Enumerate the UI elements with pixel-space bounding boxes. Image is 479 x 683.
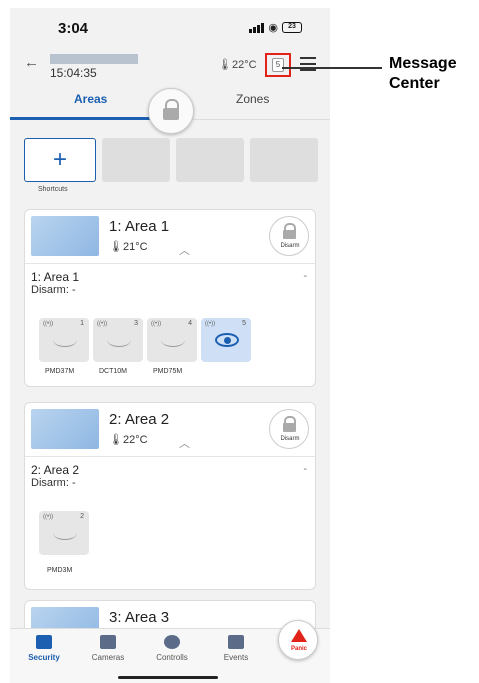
header-temperature: 🌡22°C bbox=[218, 59, 257, 71]
nav-events[interactable]: Events bbox=[206, 635, 266, 662]
status-icons: ◉ 23 bbox=[249, 21, 302, 34]
chevron-up-icon[interactable]: ︿ bbox=[179, 242, 190, 258]
area-temperature: 🌡21°C bbox=[109, 241, 148, 253]
disarm-button[interactable]: Disarm bbox=[269, 409, 309, 449]
shortcut-slot[interactable] bbox=[176, 138, 244, 182]
events-icon bbox=[228, 635, 244, 649]
zone-label: PMD3M bbox=[47, 567, 73, 574]
shortcut-slot[interactable] bbox=[250, 138, 318, 182]
message-center-callout: Message Center bbox=[389, 55, 457, 92]
area-title: 3: Area 3 bbox=[109, 609, 170, 626]
zone-label: PMD37M bbox=[45, 368, 75, 375]
global-lock-button[interactable] bbox=[148, 88, 194, 134]
home-indicator bbox=[118, 676, 218, 679]
zone-tile[interactable]: ((•)) 3 bbox=[93, 318, 143, 362]
signal-icon bbox=[249, 22, 265, 33]
nav-controlls[interactable]: Controlls bbox=[142, 635, 202, 662]
camera-icon bbox=[100, 635, 116, 649]
area-body-status: Disarm: - bbox=[31, 477, 76, 489]
area-body-dash: - bbox=[303, 270, 307, 282]
tab-zones[interactable]: Zones bbox=[236, 92, 269, 106]
tab-areas[interactable]: Areas bbox=[74, 92, 107, 106]
active-tab-indicator bbox=[10, 117, 150, 120]
header-time: 15:04:35 bbox=[50, 66, 97, 80]
site-name-redacted bbox=[50, 54, 138, 64]
shortcuts-row: + Shortcuts bbox=[24, 138, 324, 198]
unlock-icon bbox=[283, 223, 296, 239]
wireless-icon: ((•)) bbox=[43, 321, 54, 327]
unlock-icon bbox=[163, 99, 179, 120]
closed-eye-icon bbox=[107, 333, 131, 347]
area-body-dash: - bbox=[303, 463, 307, 475]
area-title: 1: Area 1 bbox=[109, 218, 170, 235]
status-bar: 3:04 ◉ 23 bbox=[10, 8, 330, 44]
area-card-header[interactable]: 1: Area 1 🌡21°C ︿ Disarm bbox=[25, 210, 315, 264]
back-arrow-icon[interactable]: ← bbox=[24, 54, 39, 71]
open-eye-icon bbox=[215, 333, 239, 347]
chevron-up-icon[interactable]: ︿ bbox=[179, 435, 190, 451]
unlock-icon bbox=[283, 416, 296, 432]
nav-cameras[interactable]: Cameras bbox=[78, 635, 138, 662]
area-image bbox=[31, 409, 99, 449]
status-time: 3:04 bbox=[58, 20, 89, 37]
add-shortcut-button[interactable]: + bbox=[24, 138, 96, 182]
thermometer-icon: 🌡 bbox=[218, 59, 232, 71]
message-count: 5 bbox=[272, 58, 284, 72]
wifi-icon: ◉ bbox=[268, 22, 278, 34]
phone-screen: 3:04 ◉ 23 ← 15:04:35 🌡22°C 5 Areas Zones… bbox=[10, 8, 330, 683]
warning-icon bbox=[291, 629, 307, 642]
area-body-status: Disarm: - bbox=[31, 284, 76, 296]
area-title: 2: Area 2 bbox=[109, 411, 170, 428]
callout-line bbox=[282, 67, 382, 69]
lock-icon bbox=[36, 635, 52, 649]
closed-eye-icon bbox=[161, 333, 185, 347]
zone-tile-active[interactable]: ((•)) 5 bbox=[201, 318, 251, 362]
wireless-icon: ((•)) bbox=[43, 514, 54, 520]
disarm-button[interactable]: Disarm bbox=[269, 216, 309, 256]
thermometer-icon: 🌡 bbox=[109, 241, 123, 253]
wireless-icon: ((•)) bbox=[205, 321, 216, 327]
bulb-icon bbox=[164, 635, 180, 649]
zone-label: DCT10M bbox=[99, 368, 128, 375]
shortcut-slot[interactable] bbox=[102, 138, 170, 182]
shortcuts-label: Shortcuts bbox=[38, 186, 68, 193]
area-image bbox=[31, 216, 99, 256]
area-temperature: 🌡22°C bbox=[109, 434, 148, 446]
battery-icon: 23 bbox=[282, 22, 302, 33]
wireless-icon: ((•)) bbox=[97, 321, 108, 327]
nav-security[interactable]: Security bbox=[14, 635, 74, 662]
zone-tile[interactable]: ((•)) 2 bbox=[39, 511, 89, 555]
zone-tile[interactable]: ((•)) 1 bbox=[39, 318, 89, 362]
app-header: ← 15:04:35 🌡22°C 5 bbox=[10, 44, 330, 88]
closed-eye-icon bbox=[53, 333, 77, 347]
wireless-icon: ((•)) bbox=[151, 321, 162, 327]
message-center-button[interactable]: 5 bbox=[265, 53, 291, 77]
hamburger-menu-icon[interactable] bbox=[300, 57, 316, 75]
zone-label: PMD75M bbox=[153, 368, 183, 375]
thermometer-icon: 🌡 bbox=[109, 434, 123, 446]
area-body-title: 2: Area 2 bbox=[31, 463, 80, 477]
area-body-title: 1: Area 1 bbox=[31, 270, 80, 284]
area-card: 1: Area 1 🌡21°C ︿ Disarm 1: Area 1 Disar… bbox=[24, 209, 316, 387]
area-card: 2: Area 2 🌡22°C ︿ Disarm 2: Area 2 Disar… bbox=[24, 402, 316, 590]
zone-tile[interactable]: ((•)) 4 bbox=[147, 318, 197, 362]
closed-eye-icon bbox=[53, 526, 77, 540]
panic-button[interactable]: Panic bbox=[278, 620, 318, 660]
area-card-header[interactable]: 2: Area 2 🌡22°C ︿ Disarm bbox=[25, 403, 315, 457]
